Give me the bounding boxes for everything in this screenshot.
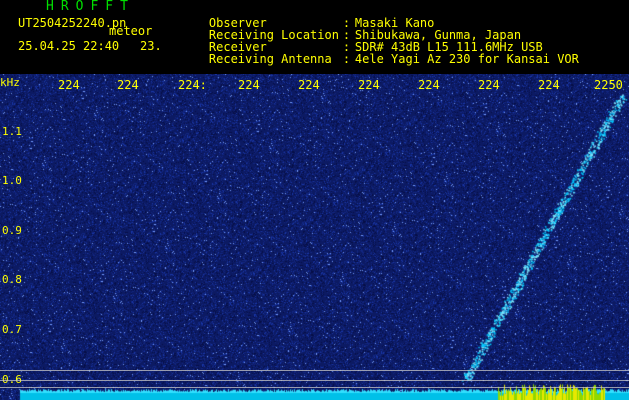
meteor-label: meteor (109, 24, 153, 38)
spectrogram-canvas (0, 74, 629, 400)
reference-line (0, 380, 629, 381)
y-tick-label: 0.8 (2, 273, 22, 286)
y-tick-label: 1.0 (2, 174, 22, 187)
x-tick-label: 224 (478, 78, 500, 92)
x-tick-label: 224 (238, 78, 260, 92)
timestamp-label: 25.04.25 22:40 (18, 39, 120, 53)
reference-line (0, 387, 629, 388)
x-tick-label: 224 (117, 78, 139, 92)
x-tick-label: 2250 (594, 78, 623, 92)
app-title: HROFFT (46, 0, 135, 14)
info-row-antenna: Receiving Antenna:4ele Yagi Az 230 for K… (208, 52, 579, 66)
x-tick-label: 224 (358, 78, 380, 92)
y-axis-unit: kHz (0, 76, 20, 89)
x-tick-label: 224 (58, 78, 80, 92)
info-label: Receiving Antenna (208, 52, 332, 66)
x-tick-label: 224: (178, 78, 207, 92)
header-panel: HROFFT UT2504252240.pn meteor 25.04.25 2… (0, 0, 629, 74)
y-tick-label: 0.7 (2, 323, 22, 336)
y-tick-label: 1.1 (2, 125, 22, 138)
x-tick-label: 224 (538, 78, 560, 92)
count-label: 23. (140, 39, 162, 53)
info-value: 4ele Yagi Az 230 for Kansai VOR (354, 52, 579, 66)
spectrogram-display: kHz 1.1 1.0 0.9 0.8 0.7 0.6 224 224 224:… (0, 74, 629, 400)
reference-line (0, 370, 629, 371)
y-tick-label: 0.9 (2, 224, 22, 237)
x-tick-label: 224 (298, 78, 320, 92)
x-tick-label: 224 (418, 78, 440, 92)
